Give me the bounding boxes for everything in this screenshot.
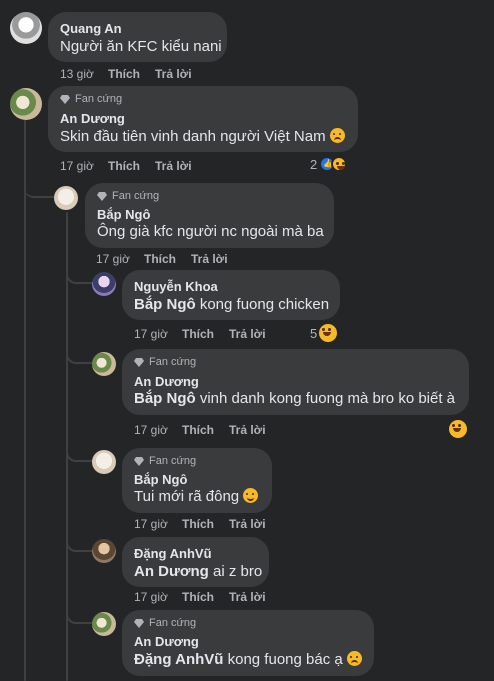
- comment-bubble: Fan cứng Bắp Ngô Ông già kfc người nc ng…: [85, 183, 334, 248]
- reaction-summary[interactable]: [449, 420, 467, 438]
- comment-author[interactable]: An Dương: [134, 374, 199, 389]
- comment-time[interactable]: 17 giờ: [134, 327, 168, 341]
- fan-badge: Fan cứng: [134, 455, 196, 467]
- sad-face-icon: [346, 651, 362, 666]
- haha-reaction-icon: [449, 420, 467, 438]
- comment-author[interactable]: Bắp Ngô: [97, 207, 150, 222]
- comment-time[interactable]: 17 giờ: [60, 159, 94, 173]
- reply-button[interactable]: Trả lời: [229, 517, 266, 531]
- comment-text-wrap: Đặng AnhVũ kong fuong bác ạ: [134, 651, 362, 668]
- avatar[interactable]: [92, 612, 116, 636]
- diamond-icon: [134, 357, 144, 367]
- comment-author[interactable]: Nguyễn Khoa: [134, 279, 218, 294]
- reply-button[interactable]: Trả lời: [191, 252, 228, 266]
- reaction-count: 2: [310, 156, 318, 172]
- haha-reaction-icon: [331, 156, 348, 172]
- comment-text: Tui mới rã đông: [134, 488, 240, 505]
- comment-bubble: Đặng AnhVũ An Dương ai z bro: [122, 537, 269, 587]
- reaction-summary[interactable]: 2: [310, 156, 348, 172]
- avatar[interactable]: [92, 272, 116, 296]
- comment-time[interactable]: 13 giờ: [60, 67, 94, 81]
- thread-connector: [66, 344, 94, 364]
- fan-badge: Fan cứng: [134, 356, 196, 368]
- reply-button[interactable]: Trả lời: [229, 590, 266, 604]
- comment-author[interactable]: An Dương: [60, 111, 125, 126]
- like-button[interactable]: Thích: [182, 590, 214, 604]
- mention-link[interactable]: Đặng AnhVũ: [134, 651, 223, 668]
- comment-text: Ông già kfc người nc ngoài mà ba: [97, 223, 324, 240]
- comment-text-wrap: Skin đầu tiên vinh danh người Việt Nam: [60, 128, 345, 145]
- comment-bubble: Quang An Người ăn KFC kiểu nani: [48, 12, 227, 62]
- fan-badge-label: Fan cứng: [75, 93, 123, 105]
- sad-face-icon: [329, 128, 345, 143]
- reply-button[interactable]: Trả lời: [155, 67, 192, 81]
- comment-bubble: Fan cứng Bắp Ngô Tui mới rã đông: [122, 448, 272, 513]
- mention-link[interactable]: An Dương: [134, 563, 209, 580]
- comment-text-wrap: Bắp Ngô kong fuong chicken: [134, 296, 329, 313]
- comment-time[interactable]: 17 giờ: [134, 423, 168, 437]
- comment-author[interactable]: Bắp Ngô: [134, 472, 187, 487]
- like-button[interactable]: Thích: [108, 159, 140, 173]
- thread-connector: [24, 176, 54, 198]
- comment-text-wrap: Tui mới rã đông: [134, 488, 259, 505]
- fan-badge-label: Fan cứng: [149, 356, 197, 368]
- thread-connector: [66, 530, 94, 552]
- thread-connector: [66, 442, 94, 462]
- comment-text: kong fuong bác ạ: [227, 651, 343, 668]
- avatar[interactable]: [92, 450, 116, 474]
- comment-text-wrap: An Dương ai z bro: [134, 563, 262, 580]
- fan-badge-label: Fan cứng: [149, 455, 197, 467]
- mention-link[interactable]: Bắp Ngô: [134, 390, 196, 407]
- like-button[interactable]: Thích: [182, 423, 214, 437]
- fan-badge: Fan cứng: [134, 617, 196, 629]
- comment-bubble: Fan cứng An Dương Đặng AnhVũ kong fuong …: [122, 610, 374, 676]
- comment-text: ai z bro: [213, 563, 263, 580]
- comment-author[interactable]: Quang An: [60, 21, 122, 36]
- comment-text: Skin đầu tiên vinh danh người Việt Nam: [60, 128, 326, 145]
- haha-reaction-icon: [319, 324, 338, 342]
- thread-connector: [66, 264, 94, 284]
- like-button[interactable]: Thích: [182, 517, 214, 531]
- fan-badge: Fan cứng: [60, 93, 122, 105]
- reply-button[interactable]: Trả lời: [229, 423, 266, 437]
- avatar[interactable]: [92, 539, 116, 563]
- avatar[interactable]: [92, 352, 116, 376]
- avatar[interactable]: [10, 88, 42, 120]
- reply-button[interactable]: Trả lời: [155, 159, 192, 173]
- avatar[interactable]: [10, 12, 42, 44]
- avatar[interactable]: [54, 186, 78, 210]
- thread-line: [24, 118, 26, 681]
- comment-bubble: Fan cứng An Dương Skin đầu tiên vinh dan…: [48, 86, 358, 152]
- like-button[interactable]: Thích: [108, 67, 140, 81]
- reaction-summary[interactable]: 5: [310, 324, 338, 342]
- comment-author[interactable]: Đặng AnhVũ: [134, 546, 212, 561]
- comment-author[interactable]: An Dương: [134, 634, 199, 649]
- diamond-icon: [97, 191, 107, 201]
- reply-button[interactable]: Trả lời: [229, 327, 266, 341]
- like-button[interactable]: Thích: [182, 327, 214, 341]
- like-button[interactable]: Thích: [144, 252, 176, 266]
- fan-badge-label: Fan cứng: [112, 190, 160, 202]
- comment-text: Người ăn KFC kiểu nani: [60, 38, 222, 55]
- diamond-icon: [60, 94, 70, 104]
- diamond-icon: [134, 456, 144, 466]
- comment-bubble: Fan cứng An Dương Bắp Ngô vinh danh kong…: [122, 349, 469, 415]
- comment-text: kong fuong chicken: [199, 296, 330, 313]
- mention-link[interactable]: Bắp Ngô: [134, 296, 196, 313]
- comment-text: vinh danh kong fuong mà bro ko biết à: [199, 390, 456, 407]
- diamond-icon: [134, 618, 144, 628]
- comment-time[interactable]: 17 giờ: [134, 590, 168, 604]
- fan-badge: Fan cứng: [97, 190, 159, 202]
- comment-time[interactable]: 17 giờ: [96, 252, 130, 266]
- comment-text-wrap: Bắp Ngô vinh danh kong fuong mà bro ko b…: [134, 390, 455, 407]
- thread-connector: [66, 604, 94, 624]
- comment-time[interactable]: 17 giờ: [134, 517, 168, 531]
- reaction-count: 5: [310, 325, 318, 341]
- comment-bubble: Nguyễn Khoa Bắp Ngô kong fuong chicken: [122, 270, 340, 320]
- fan-badge-label: Fan cứng: [149, 617, 197, 629]
- smile-face-icon: [243, 488, 259, 503]
